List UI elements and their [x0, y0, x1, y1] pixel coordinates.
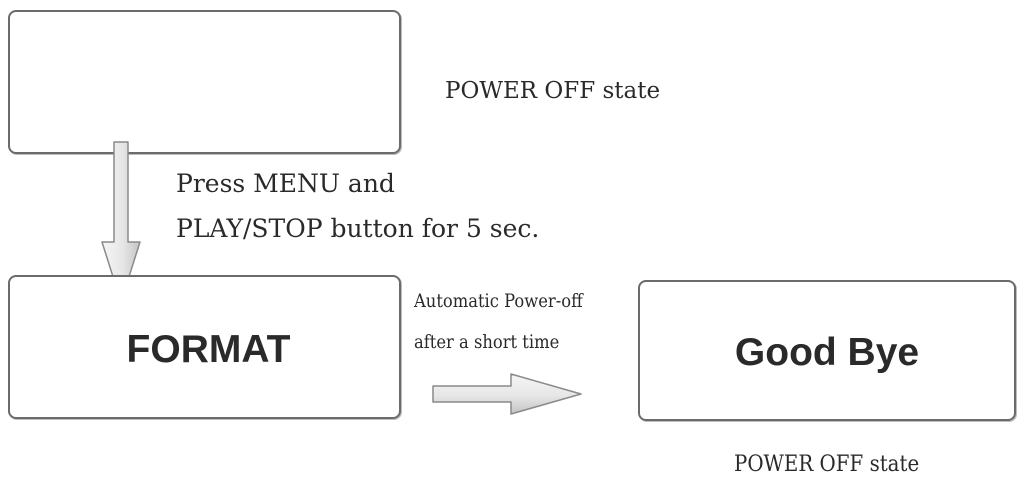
auto-power-off-line-1: Automatic Power-off: [414, 290, 583, 312]
format-display-box: FORMAT: [8, 275, 401, 419]
power-off-state-label-bottom: POWER OFF state: [734, 452, 920, 477]
right-arrow-icon: [432, 373, 582, 415]
auto-power-off-line-2: after a short time: [414, 331, 560, 353]
format-display-text: FORMAT: [126, 328, 291, 371]
power-off-state-label-top: POWER OFF state: [445, 78, 661, 104]
instruction-line-1: Press MENU and: [176, 169, 395, 198]
instruction-line-2: PLAY/STOP button for 5 sec.: [176, 214, 540, 243]
goodbye-display-box: Good Bye: [638, 280, 1016, 421]
power-off-display-text: [10, 12, 399, 152]
goodbye-display-text: Good Bye: [734, 330, 920, 374]
power-off-display-box: [8, 10, 401, 154]
